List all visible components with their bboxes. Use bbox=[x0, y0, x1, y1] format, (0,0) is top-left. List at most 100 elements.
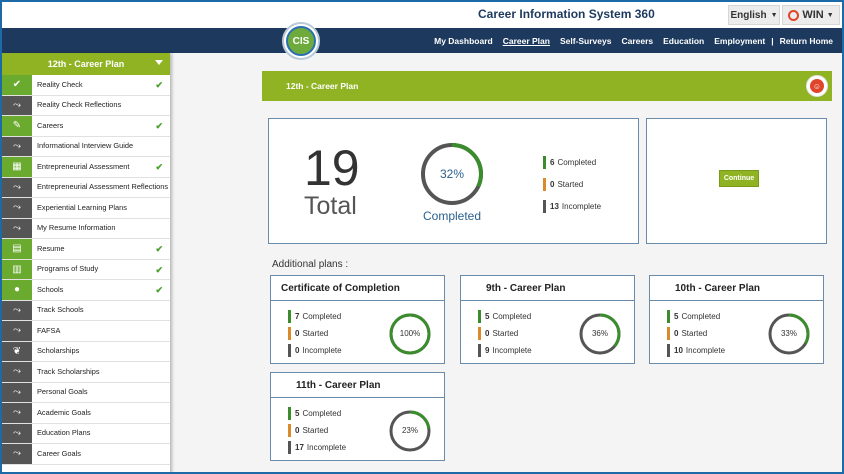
stat-label: Incomplete bbox=[492, 346, 532, 355]
plan-stat-completed: 5 Completed bbox=[667, 310, 720, 323]
nav-my-dashboard[interactable]: My Dashboard bbox=[429, 36, 498, 46]
sidebar-item-informational-interview-guide[interactable]: ⤳ Informational Interview Guide bbox=[2, 136, 170, 157]
sidebar-item-track-schools[interactable]: ⤳ Track Schools bbox=[2, 300, 170, 321]
sidebar-item-label: Schools bbox=[37, 284, 64, 294]
plan-card-11th-career-plan[interactable]: 11th - Career Plan 5 Completed 0 Started 17 In… bbox=[270, 372, 445, 461]
top-bar: Career Information System 360 English ▼ … bbox=[2, 2, 842, 28]
nav-career-plan[interactable]: Career Plan bbox=[498, 36, 555, 46]
stat-label: Completed bbox=[557, 158, 597, 167]
sidebar-item-entrepreneurial-assessment[interactable]: ▦ Entrepreneurial Assessment ✔ bbox=[2, 157, 170, 178]
progress-percent: 32% bbox=[439, 167, 465, 181]
nav-items: My Dashboard Career Plan Self-Surveys Caree… bbox=[429, 28, 838, 53]
stat-count: 0 bbox=[550, 180, 555, 189]
plan-stat-started: 0 Started bbox=[288, 327, 328, 340]
nav-self-surveys[interactable]: Self-Surveys bbox=[555, 36, 617, 46]
plan-card-title: 11th - Career Plan bbox=[271, 373, 444, 398]
sidebar-item-reality-check-reflections[interactable]: ⤳ Reality Check Reflections bbox=[2, 95, 170, 116]
stat-count: 10 bbox=[674, 346, 683, 355]
stat-bar bbox=[543, 178, 546, 191]
nav-return-home[interactable]: Return Home bbox=[775, 36, 838, 46]
plan-card-title-text: Certificate of Completion bbox=[281, 282, 400, 294]
nav-careers[interactable]: Careers bbox=[616, 36, 658, 46]
continue-card: Continue bbox=[646, 118, 827, 244]
sidebar: 12th - Career Plan ✔ Reality Check ✔ ⤳ Reali… bbox=[2, 53, 170, 472]
sidebar-item-experiential-learning-plans[interactable]: ⤳ Experiential Learning Plans bbox=[2, 198, 170, 219]
plan-stat-incomplete: 10 Incomplete bbox=[667, 344, 725, 357]
apple-icon: ● bbox=[2, 280, 32, 300]
plan-stat-incomplete: 17 Incomplete bbox=[288, 441, 346, 454]
path-icon: ⤳ bbox=[2, 362, 32, 382]
stat-bar bbox=[543, 156, 546, 169]
checkmark-icon: ✔ bbox=[155, 162, 163, 172]
path-icon: ⤳ bbox=[2, 423, 32, 443]
sidebar-item-careers[interactable]: ✎ Careers ✔ bbox=[2, 116, 170, 137]
cis-logo[interactable]: CIS bbox=[282, 22, 320, 60]
sidebar-item-career-goals[interactable]: ⤳ Career Goals bbox=[2, 444, 170, 465]
sidebar-list: ✔ Reality Check ✔ ⤳ Reality Check Reflection… bbox=[2, 75, 170, 465]
sidebar-item-label: Academic Goals bbox=[37, 407, 91, 417]
plan-card-9th-career-plan[interactable]: 9th - Career Plan 5 Completed 0 Started 9 Inco… bbox=[460, 275, 635, 364]
path-icon: ⤳ bbox=[2, 300, 32, 320]
plan-progress-percent: 100% bbox=[399, 329, 421, 338]
language-selector[interactable]: English ▼ bbox=[728, 5, 780, 25]
sidebar-item-label: Entrepreneurial Assessment bbox=[37, 161, 130, 171]
path-icon: ⤳ bbox=[2, 95, 32, 115]
sidebar-item-label: Track Schools bbox=[37, 305, 84, 315]
plan-card-certificate-of-completion[interactable]: Certificate of Completion 7 Completed 0 Star… bbox=[270, 275, 445, 364]
language-label: English bbox=[730, 9, 767, 21]
nav-education[interactable]: Education bbox=[658, 36, 709, 46]
stat-bar bbox=[478, 310, 481, 323]
main-nav: My Dashboard Career Plan Self-Surveys Caree… bbox=[2, 28, 842, 53]
path-icon: ⤳ bbox=[2, 321, 32, 341]
sidebar-item-personal-goals[interactable]: ⤳ Personal Goals bbox=[2, 382, 170, 403]
sidebar-item-label: Track Scholarships bbox=[37, 366, 100, 376]
plan-badge[interactable]: ☺ bbox=[806, 75, 828, 97]
continue-button[interactable]: Continue bbox=[719, 170, 759, 187]
sidebar-item-label: Scholarships bbox=[37, 346, 80, 356]
tools-icon: ✎ bbox=[2, 116, 32, 136]
sidebar-item-reality-check[interactable]: ✔ Reality Check ✔ bbox=[2, 75, 170, 96]
sidebar-item-schools[interactable]: ● Schools ✔ bbox=[2, 280, 170, 301]
sidebar-item-label: Informational Interview Guide bbox=[37, 141, 134, 151]
stat-bar bbox=[667, 310, 670, 323]
stat-count: 5 bbox=[485, 312, 490, 321]
path-icon: ⤳ bbox=[2, 218, 32, 238]
stat-count: 0 bbox=[295, 346, 300, 355]
sidebar-item-resume[interactable]: ▤ Resume ✔ bbox=[2, 239, 170, 260]
sidebar-item-label: Education Plans bbox=[37, 428, 91, 438]
progress-completed-label: Completed bbox=[422, 209, 482, 223]
sidebar-item-label: Career Goals bbox=[37, 448, 81, 458]
sidebar-item-academic-goals[interactable]: ⤳ Academic Goals bbox=[2, 403, 170, 424]
nav-employment[interactable]: Employment bbox=[709, 36, 770, 46]
plan-card-10th-career-plan[interactable]: 10th - Career Plan 5 Completed 0 Started 10 In… bbox=[649, 275, 824, 364]
stat-bar bbox=[288, 344, 291, 357]
sidebar-plan-selector[interactable]: 12th - Career Plan bbox=[2, 53, 170, 75]
sidebar-item-education-plans[interactable]: ⤳ Education Plans bbox=[2, 423, 170, 444]
plan-card-title: 10th - Career Plan bbox=[650, 276, 823, 301]
checkmark-icon: ✔ bbox=[155, 121, 163, 131]
sidebar-item-scholarships[interactable]: ❦ Scholarships bbox=[2, 341, 170, 362]
sidebar-item-track-scholarships[interactable]: ⤳ Track Scholarships bbox=[2, 362, 170, 383]
total-label: Total bbox=[304, 192, 357, 220]
stat-count: 17 bbox=[295, 443, 304, 452]
stat-bar bbox=[288, 441, 291, 454]
sidebar-item-my-resume-information[interactable]: ⤳ My Resume Information bbox=[2, 218, 170, 239]
sidebar-item-label: Careers bbox=[37, 120, 64, 130]
win-logo-icon bbox=[788, 9, 800, 21]
stat-label: Started bbox=[557, 180, 584, 189]
plan-title: 12th - Career Plan bbox=[286, 81, 359, 91]
document-icon: ▤ bbox=[2, 239, 32, 259]
plan-progress-percent: 33% bbox=[780, 329, 797, 338]
sidebar-item-programs-of-study[interactable]: ▥ Programs of Study ✔ bbox=[2, 259, 170, 280]
chevron-down-icon bbox=[155, 60, 163, 65]
sidebar-item-fafsa[interactable]: ⤳ FAFSA bbox=[2, 321, 170, 342]
path-icon: ⤳ bbox=[2, 198, 32, 218]
stat-count: 7 bbox=[295, 312, 300, 321]
sidebar-plan-title: 12th - Career Plan bbox=[47, 59, 125, 69]
stat-label: Started bbox=[302, 426, 329, 435]
additional-plans-label: Additional plans : bbox=[272, 259, 349, 270]
sidebar-item-entrepreneurial-assessment-reflections[interactable]: ⤳ Entrepreneurial Assessment Reflections bbox=[2, 177, 170, 198]
win-menu-button[interactable]: WIN ▼ bbox=[782, 5, 840, 25]
sidebar-item-label: Resume bbox=[37, 243, 65, 253]
path-icon: ⤳ bbox=[2, 444, 32, 464]
